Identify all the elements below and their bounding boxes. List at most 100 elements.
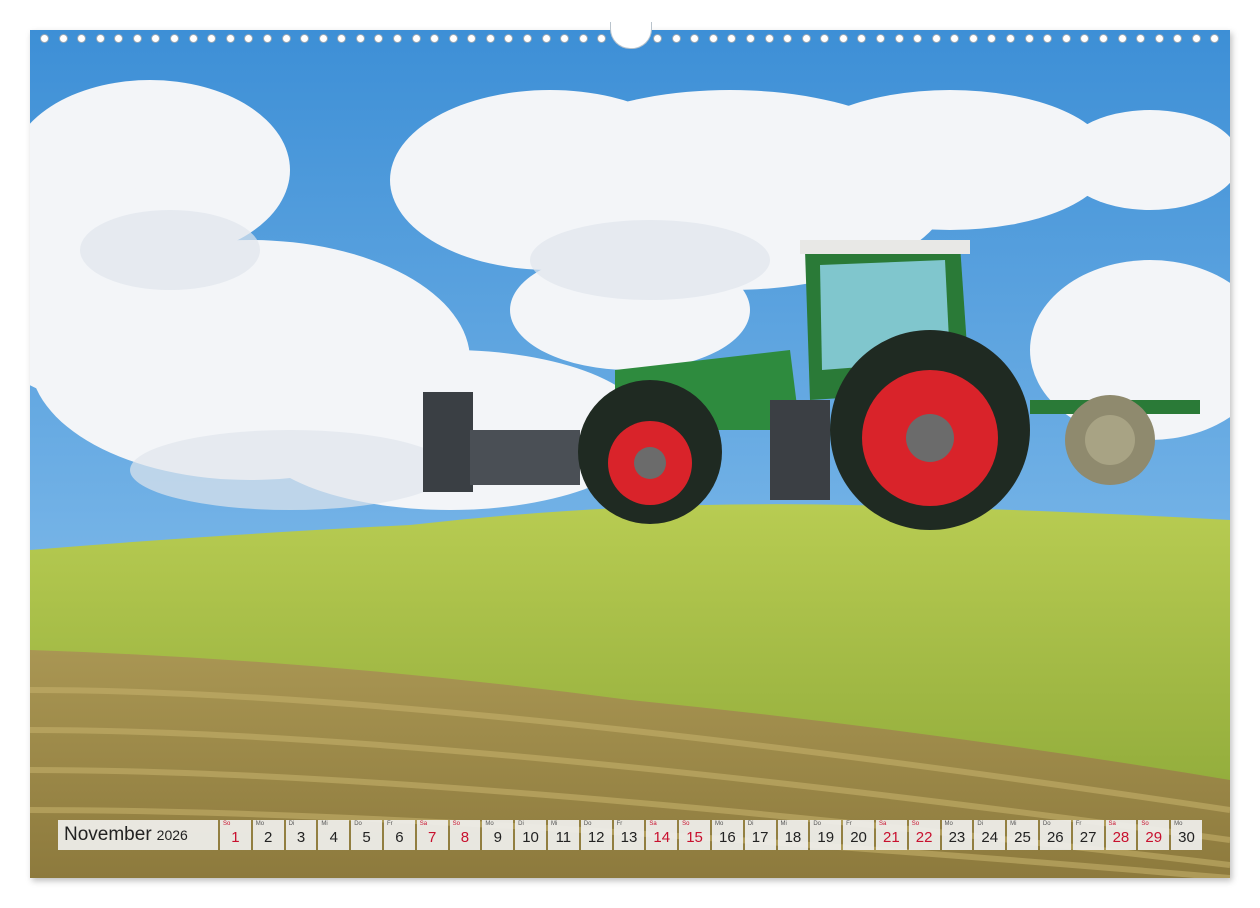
day-number: 11 <box>555 829 572 846</box>
binding-hole <box>170 33 180 43</box>
day-cell: Di 10 <box>515 820 546 850</box>
weekday-label: Mo <box>714 821 724 827</box>
day-number: 25 <box>1014 829 1031 846</box>
binding-hole <box>430 33 440 43</box>
binding-hole <box>95 33 105 43</box>
binding-hole <box>894 33 904 43</box>
day-cell: So 8 <box>449 820 481 850</box>
day-number: 17 <box>751 829 769 846</box>
day-cell: Mi 4 <box>318 820 350 850</box>
day-cell: So 15 <box>679 820 710 850</box>
day-cell: Sa 21 <box>875 820 907 850</box>
day-number: 1 <box>231 829 240 846</box>
binding-hole <box>671 33 681 43</box>
day-number: 7 <box>428 829 437 846</box>
weekday-label: Mi <box>1010 821 1017 827</box>
day-cell: So 29 <box>1138 820 1170 850</box>
day-cell: Di 17 <box>744 820 776 850</box>
day-number: 19 <box>817 829 835 846</box>
weekday-label: Mi <box>321 821 328 827</box>
binding-hole <box>801 33 811 43</box>
day-number: 16 <box>719 829 736 846</box>
binding-hole <box>820 33 830 43</box>
binding-hole <box>207 33 217 43</box>
day-number: 2 <box>264 829 273 846</box>
binding-hole <box>355 33 365 43</box>
binding-hole <box>300 33 310 43</box>
binding-hole <box>523 33 533 43</box>
day-number: 27 <box>1079 829 1097 846</box>
binding-hole <box>838 33 848 43</box>
day-number: 6 <box>395 829 404 846</box>
binding-hole <box>541 33 551 43</box>
binding-hole <box>1006 33 1016 43</box>
day-number: 28 <box>1112 829 1130 846</box>
day-cell: So 22 <box>908 820 940 850</box>
binding-hole <box>1061 33 1071 43</box>
day-number: 5 <box>362 829 371 846</box>
weekday-label: So <box>911 821 920 827</box>
day-cell: Fr 27 <box>1072 820 1104 850</box>
binding-hole <box>1210 33 1220 43</box>
day-cell: Mo 16 <box>711 820 743 850</box>
binding-hole <box>876 33 886 43</box>
day-cell: Mo 2 <box>252 820 284 850</box>
weekday-label: Di <box>977 821 983 827</box>
day-cell: Di 3 <box>285 820 317 850</box>
binding-hole <box>77 33 87 43</box>
binding-hole <box>968 33 978 43</box>
weekday-label: Do <box>813 821 822 827</box>
day-number: 18 <box>784 829 802 846</box>
day-cell: Mi 18 <box>777 820 809 850</box>
weekday-label: So <box>1141 821 1149 827</box>
day-cell: Mi 11 <box>547 820 579 850</box>
day-number: 12 <box>587 829 605 846</box>
year: 2026 <box>156 827 188 843</box>
binding-hole <box>262 33 272 43</box>
binding-hole <box>1098 33 1108 43</box>
weekday-label: Sa <box>878 821 887 827</box>
weekday-label: Di <box>747 821 754 827</box>
binding-hole <box>467 33 477 43</box>
day-number: 3 <box>296 829 306 846</box>
weekday-label: Mi <box>780 821 787 827</box>
weekday-label: So <box>452 821 460 827</box>
binding-hole <box>783 33 793 43</box>
month-label: November 2026 <box>58 820 218 850</box>
weekday-label: So <box>682 821 690 827</box>
day-number: 13 <box>620 829 638 846</box>
day-cell: Sa 7 <box>416 820 448 850</box>
binding-hole <box>151 33 161 43</box>
binding-hole <box>1191 33 1201 43</box>
weekday-label: Sa <box>649 821 657 827</box>
day-number: 4 <box>329 829 338 846</box>
day-number: 24 <box>981 829 999 846</box>
day-number: 8 <box>460 829 470 846</box>
binding-hole <box>374 33 384 43</box>
day-cell: Do 5 <box>351 820 382 850</box>
day-number: 26 <box>1046 829 1064 846</box>
weekday-label: Mo <box>1174 821 1183 827</box>
binding-hole <box>690 33 700 43</box>
binding-hole <box>225 33 235 43</box>
binding-hole <box>653 33 663 43</box>
binding-hole <box>1024 33 1034 43</box>
binding-hole <box>1154 33 1164 43</box>
binding-hole <box>950 33 960 43</box>
binding-hole <box>913 33 923 43</box>
weekday-label: Di <box>288 821 295 827</box>
day-cell: Mo 9 <box>482 820 514 850</box>
binding-hole <box>987 33 997 43</box>
day-number: 20 <box>850 829 867 846</box>
day-number: 9 <box>493 829 502 846</box>
day-number: 14 <box>653 829 671 846</box>
day-cell: Mo 23 <box>941 820 973 850</box>
day-number: 22 <box>915 829 933 846</box>
binding-hole <box>708 33 718 43</box>
day-number: 23 <box>948 829 966 846</box>
day-number: 29 <box>1145 829 1163 846</box>
binding-hole <box>504 33 514 43</box>
weekday-label: Fr <box>1075 821 1082 827</box>
binding-hole <box>132 33 142 43</box>
weekday-label: Fr <box>616 821 623 827</box>
